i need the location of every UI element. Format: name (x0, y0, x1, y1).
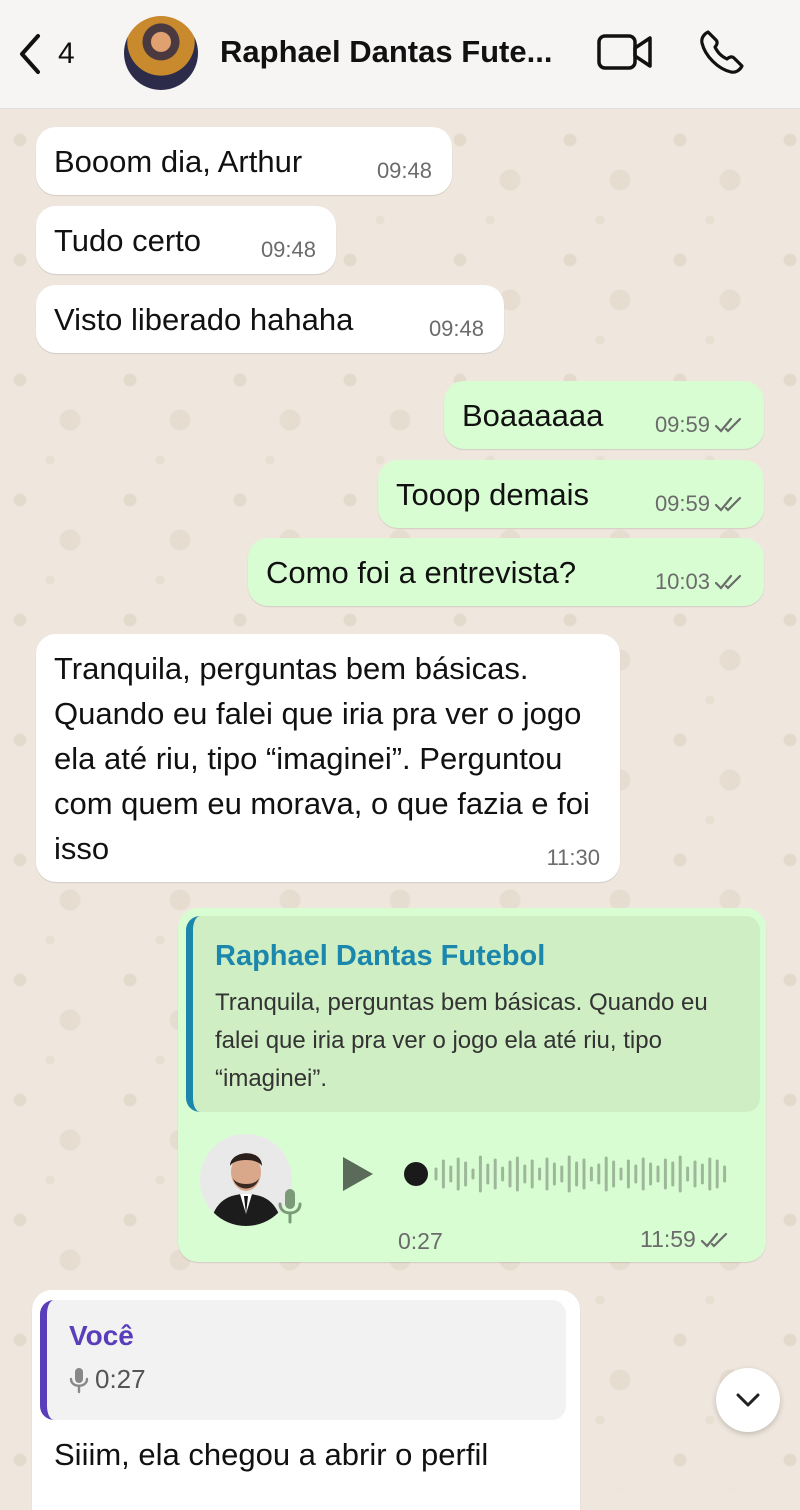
quoted-message[interactable]: Raphael Dantas Futebol Tranquila, pergun… (186, 916, 760, 1112)
play-icon[interactable] (340, 1154, 376, 1194)
video-call-icon[interactable] (596, 30, 654, 74)
quote-duration: 0:27 (95, 1364, 146, 1394)
quote-author: Raphael Dantas Futebol (215, 940, 546, 972)
double-check-icon (714, 496, 742, 512)
message-text: Siiim, ela chegou a abrir o perfil (54, 1437, 489, 1472)
quote-voice-duration: 0:27 (69, 1364, 146, 1395)
double-check-icon (700, 1232, 727, 1248)
message-time: 10:03 (654, 569, 710, 594)
message-text: Visto liberado hahaha (54, 302, 354, 337)
quote-author: Você (69, 1320, 134, 1351)
message-time-group: 11:59 (640, 1226, 730, 1253)
message-incoming[interactable]: Tranquila, perguntas bem básicas. Quando… (36, 634, 620, 882)
message-time: 11:30 (546, 845, 600, 870)
message-text: Tudo certo (54, 223, 202, 258)
phone-icon[interactable] (696, 28, 746, 78)
back-button[interactable]: 4 (16, 30, 75, 78)
voice-duration: 0:27 (398, 1228, 443, 1254)
message-incoming[interactable]: Visto liberado hahaha 09:48 (36, 285, 504, 353)
message-time-group: 09:59 (655, 492, 744, 516)
message-time-group: 09:59 (655, 413, 744, 437)
chat-header: 4 Raphael Dantas Fute... (0, 0, 800, 109)
message-outgoing[interactable]: Como foi a entrevista? 10:03 (248, 538, 764, 606)
message-text: Boaaaaaa (462, 398, 604, 433)
quoted-message[interactable]: Você 0:27 (40, 1300, 566, 1420)
playback-position-dot (404, 1162, 428, 1186)
double-check-icon (714, 417, 742, 433)
message-time: 09:48 (260, 237, 316, 262)
message-time: 11:59 (640, 1226, 696, 1252)
chevron-left-icon (20, 34, 40, 74)
microphone-icon (69, 1367, 89, 1393)
message-text: Tranquila, perguntas bem básicas. Quando… (54, 651, 590, 866)
microphone-icon (278, 1189, 302, 1224)
message-text: Tooop demais (396, 477, 590, 512)
chevron-down-icon (736, 1393, 760, 1407)
contact-avatar[interactable] (124, 16, 198, 90)
message-time: 09:48 (376, 158, 432, 183)
message-time: 09:48 (428, 316, 484, 341)
scroll-to-bottom-button[interactable] (716, 1368, 780, 1432)
message-time: 09:59 (654, 412, 710, 437)
message-text: Como foi a entrevista? (266, 555, 577, 590)
message-outgoing[interactable]: Boaaaaaa 09:59 (444, 381, 764, 449)
message-time-group: 10:03 (655, 570, 744, 594)
contact-name[interactable]: Raphael Dantas Fute... (220, 34, 580, 70)
message-incoming[interactable]: Booom dia, Arthur 09:48 (36, 127, 452, 195)
message-time: 09:59 (654, 491, 710, 516)
quote-text: Tranquila, perguntas bem básicas. Quando… (215, 989, 708, 1092)
message-outgoing[interactable]: Tooop demais 09:59 (378, 460, 764, 528)
voice-waveform[interactable] (400, 1144, 732, 1204)
message-text: Booom dia, Arthur (54, 144, 303, 179)
double-check-icon (714, 574, 742, 590)
message-incoming[interactable]: Tudo certo 09:48 (36, 206, 336, 274)
waveform-bars (434, 1155, 727, 1193)
unread-count: 4 (58, 37, 75, 70)
